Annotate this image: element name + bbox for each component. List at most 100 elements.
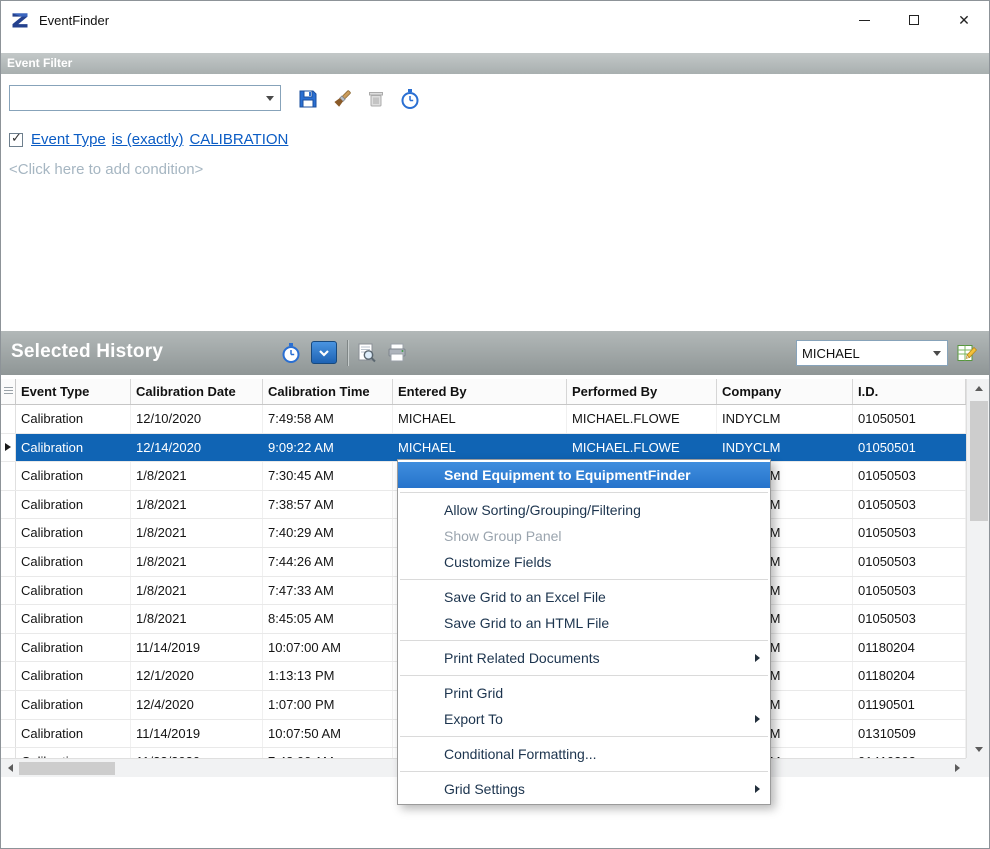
cell-performed-by[interactable]: MICHAEL.FLOWE: [567, 405, 717, 433]
combo-dropdown-arrow[interactable]: [260, 86, 280, 110]
cell-calibration-date[interactable]: 12/14/2020: [131, 434, 263, 462]
cell-i-d[interactable]: 01050503: [853, 605, 966, 633]
delete-filter-button[interactable]: [363, 86, 389, 112]
cell-event-type[interactable]: Calibration: [16, 548, 131, 576]
cell-i-d[interactable]: 01190501: [853, 691, 966, 719]
vertical-scrollbar[interactable]: [966, 379, 990, 758]
menu-item-send-equipment-to-equipmentfinder[interactable]: Send Equipment to EquipmentFinder: [398, 462, 770, 488]
cell-calibration-time[interactable]: 7:30:45 AM: [263, 462, 393, 490]
cell-calibration-date[interactable]: 11/14/2019: [131, 634, 263, 662]
cell-calibration-date[interactable]: 1/8/2021: [131, 462, 263, 490]
cell-calibration-time[interactable]: 10:07:50 AM: [263, 720, 393, 748]
cell-i-d[interactable]: 01410302: [853, 748, 966, 758]
condition-value-link[interactable]: CALIBRATION: [189, 131, 288, 148]
menu-item-conditional-formatting[interactable]: Conditional Formatting...: [398, 741, 770, 767]
cell-i-d[interactable]: 01050501: [853, 405, 966, 433]
column-header-i-d[interactable]: I.D.: [853, 379, 966, 404]
cell-calibration-date[interactable]: 11/14/2019: [131, 720, 263, 748]
menu-item-print-related-documents[interactable]: Print Related Documents: [398, 645, 770, 671]
maximize-button[interactable]: [889, 1, 939, 39]
column-header-performed-by[interactable]: Performed By: [567, 379, 717, 404]
edit-grid-button[interactable]: [955, 341, 979, 365]
run-filter-timer-button[interactable]: [397, 86, 423, 112]
print-preview-button[interactable]: [354, 341, 378, 365]
scroll-up-button[interactable]: [967, 379, 990, 397]
cell-calibration-date[interactable]: 12/4/2020: [131, 691, 263, 719]
cell-event-type[interactable]: Calibration: [16, 405, 131, 433]
cell-calibration-time[interactable]: 1:13:13 PM: [263, 662, 393, 690]
cell-calibration-time[interactable]: 9:09:22 AM: [263, 434, 393, 462]
cell-event-type[interactable]: Calibration: [16, 748, 131, 758]
cell-i-d[interactable]: 01050503: [853, 577, 966, 605]
cell-calibration-time[interactable]: 7:48:00 AM: [263, 748, 393, 758]
history-dropdown-button[interactable]: [311, 341, 337, 364]
column-header-event-type[interactable]: Event Type: [16, 379, 131, 404]
cell-company[interactable]: INDYCLM: [717, 405, 853, 433]
cell-performed-by[interactable]: MICHAEL.FLOWE: [567, 434, 717, 462]
cell-entered-by[interactable]: MICHAEL: [393, 434, 567, 462]
cell-calibration-date[interactable]: 1/8/2021: [131, 519, 263, 547]
cell-event-type[interactable]: Calibration: [16, 605, 131, 633]
filter-preset-combobox[interactable]: [9, 85, 281, 111]
cell-calibration-date[interactable]: 11/23/2020: [131, 748, 263, 758]
cell-event-type[interactable]: Calibration: [16, 691, 131, 719]
cell-i-d[interactable]: 01050503: [853, 491, 966, 519]
close-button[interactable]: ✕: [939, 1, 989, 39]
horizontal-scrollbar-thumb[interactable]: [19, 762, 115, 775]
column-header-company[interactable]: Company: [717, 379, 853, 404]
clear-filter-button[interactable]: [329, 86, 355, 112]
print-button[interactable]: [385, 341, 409, 365]
cell-event-type[interactable]: Calibration: [16, 491, 131, 519]
menu-item-grid-settings[interactable]: Grid Settings: [398, 776, 770, 802]
menu-item-export-to[interactable]: Export To: [398, 706, 770, 732]
column-header-entered-by[interactable]: Entered By: [393, 379, 567, 404]
menu-item-save-grid-to-an-html-file[interactable]: Save Grid to an HTML File: [398, 610, 770, 636]
cell-event-type[interactable]: Calibration: [16, 434, 131, 462]
minimize-button[interactable]: [839, 1, 889, 39]
cell-i-d[interactable]: 01310509: [853, 720, 966, 748]
cell-event-type[interactable]: Calibration: [16, 662, 131, 690]
menu-item-customize-fields[interactable]: Customize Fields: [398, 549, 770, 575]
cell-i-d[interactable]: 01050503: [853, 548, 966, 576]
cell-calibration-date[interactable]: 1/8/2021: [131, 577, 263, 605]
cell-calibration-time[interactable]: 7:38:57 AM: [263, 491, 393, 519]
user-filter-combobox[interactable]: MICHAEL: [796, 340, 948, 366]
cell-entered-by[interactable]: MICHAEL: [393, 405, 567, 433]
cell-i-d[interactable]: 01050501: [853, 434, 966, 462]
condition-checkbox[interactable]: ✓: [9, 133, 23, 147]
cell-event-type[interactable]: Calibration: [16, 462, 131, 490]
save-filter-button[interactable]: [295, 86, 321, 112]
vertical-scrollbar-thumb[interactable]: [970, 401, 988, 521]
cell-calibration-time[interactable]: 1:07:00 PM: [263, 691, 393, 719]
scroll-left-button[interactable]: [1, 759, 19, 777]
cell-event-type[interactable]: Calibration: [16, 720, 131, 748]
cell-company[interactable]: INDYCLM: [717, 434, 853, 462]
cell-calibration-date[interactable]: 1/8/2021: [131, 491, 263, 519]
cell-calibration-time[interactable]: 10:07:00 AM: [263, 634, 393, 662]
cell-calibration-time[interactable]: 7:44:26 AM: [263, 548, 393, 576]
cell-event-type[interactable]: Calibration: [16, 519, 131, 547]
cell-calibration-date[interactable]: 1/8/2021: [131, 548, 263, 576]
column-header-calibration-date[interactable]: Calibration Date: [131, 379, 263, 404]
table-row[interactable]: Calibration12/10/20207:49:58 AMMICHAELMI…: [1, 405, 966, 434]
cell-calibration-date[interactable]: 12/10/2020: [131, 405, 263, 433]
cell-i-d[interactable]: 01050503: [853, 519, 966, 547]
combo-dropdown-arrow[interactable]: [927, 341, 947, 365]
history-timer-button[interactable]: [279, 341, 303, 365]
add-condition-link[interactable]: <Click here to add condition>: [9, 161, 203, 178]
scroll-down-button[interactable]: [967, 740, 990, 758]
condition-operator-link[interactable]: is (exactly): [112, 131, 184, 148]
condition-field-link[interactable]: Event Type: [31, 131, 106, 148]
menu-item-save-grid-to-an-excel-file[interactable]: Save Grid to an Excel File: [398, 584, 770, 610]
cell-calibration-date[interactable]: 12/1/2020: [131, 662, 263, 690]
table-row[interactable]: Calibration12/14/20209:09:22 AMMICHAELMI…: [1, 434, 966, 463]
cell-calibration-time[interactable]: 8:45:05 AM: [263, 605, 393, 633]
scroll-right-button[interactable]: [948, 759, 966, 777]
cell-event-type[interactable]: Calibration: [16, 634, 131, 662]
cell-calibration-time[interactable]: 7:47:33 AM: [263, 577, 393, 605]
cell-calibration-time[interactable]: 7:49:58 AM: [263, 405, 393, 433]
cell-i-d[interactable]: 01050503: [853, 462, 966, 490]
cell-i-d[interactable]: 01180204: [853, 662, 966, 690]
menu-item-allow-sorting-grouping-filtering[interactable]: Allow Sorting/Grouping/Filtering: [398, 497, 770, 523]
cell-i-d[interactable]: 01180204: [853, 634, 966, 662]
